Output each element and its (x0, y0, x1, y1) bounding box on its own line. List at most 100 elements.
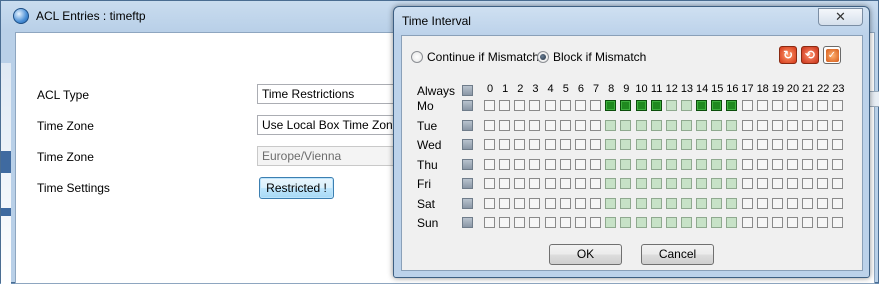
time-cell[interactable] (665, 217, 677, 228)
time-cell[interactable] (756, 158, 768, 170)
time-cell[interactable] (696, 119, 708, 131)
time-cell[interactable] (590, 217, 602, 228)
time-cell[interactable] (620, 217, 632, 228)
time-cell[interactable] (484, 100, 495, 111)
hour-label[interactable]: 7 (589, 83, 603, 95)
time-cell[interactable] (574, 158, 586, 170)
block-if-mismatch-radio[interactable]: Block if Mismatch (537, 50, 646, 64)
time-cell[interactable] (680, 178, 692, 189)
time-cell[interactable] (787, 119, 798, 131)
time-cell[interactable] (590, 100, 602, 111)
time-cell[interactable] (514, 217, 526, 228)
time-cell[interactable] (514, 119, 526, 131)
time-cell[interactable] (696, 178, 708, 189)
time-cell[interactable] (499, 158, 511, 170)
time-cell[interactable] (802, 197, 814, 209)
time-cell[interactable] (559, 139, 571, 150)
time-cell[interactable] (544, 119, 556, 131)
time-cell[interactable] (711, 100, 723, 111)
time-cell[interactable] (817, 178, 829, 189)
hour-label[interactable]: 18 (756, 83, 770, 95)
time-cell[interactable] (635, 217, 647, 228)
time-cell[interactable] (499, 139, 511, 150)
time-cell[interactable] (696, 217, 708, 228)
time-cell[interactable] (817, 158, 829, 170)
time-cell[interactable] (529, 178, 541, 189)
time-cell[interactable] (756, 139, 768, 150)
time-cell[interactable] (574, 178, 586, 189)
close-icon[interactable]: ✕ (818, 8, 863, 26)
time-cell[interactable] (484, 119, 495, 131)
time-cell[interactable] (741, 100, 753, 111)
time-cell[interactable] (771, 197, 783, 209)
time-cell[interactable] (726, 100, 738, 111)
time-cell[interactable] (756, 217, 768, 228)
time-cell[interactable] (832, 217, 844, 228)
time-cell[interactable] (544, 178, 556, 189)
time-cell[interactable] (832, 158, 844, 170)
time-cell[interactable] (787, 178, 798, 189)
time-cell[interactable] (711, 178, 723, 189)
time-cell[interactable] (514, 197, 526, 209)
time-cell[interactable] (544, 197, 556, 209)
time-cell[interactable] (665, 158, 677, 170)
time-cell[interactable] (620, 178, 632, 189)
time-cell[interactable] (590, 158, 602, 170)
time-cell[interactable] (832, 178, 844, 189)
time-cell[interactable] (529, 158, 541, 170)
time-cell[interactable] (635, 178, 647, 189)
time-cell[interactable] (650, 217, 662, 228)
time-cell[interactable] (756, 197, 768, 209)
time-cell[interactable] (635, 119, 647, 131)
time-cell[interactable] (605, 119, 617, 131)
time-cell[interactable] (741, 217, 753, 228)
time-cell[interactable] (832, 100, 844, 111)
time-cell[interactable] (605, 100, 617, 111)
time-cell[interactable] (802, 158, 814, 170)
time-cell[interactable] (771, 100, 783, 111)
hour-label[interactable]: 23 (831, 83, 845, 95)
time-cell[interactable] (635, 197, 647, 209)
time-cell[interactable] (726, 139, 738, 150)
time-cell[interactable] (680, 158, 692, 170)
time-cell[interactable] (756, 100, 768, 111)
time-cell[interactable] (726, 178, 738, 189)
time-cell[interactable] (650, 119, 662, 131)
time-cell[interactable] (771, 158, 783, 170)
day-toggle-button[interactable] (462, 119, 473, 131)
time-cell[interactable] (544, 158, 556, 170)
time-cell[interactable] (529, 139, 541, 150)
time-cell[interactable] (665, 139, 677, 150)
time-cell[interactable] (680, 197, 692, 209)
time-cell[interactable] (590, 139, 602, 150)
time-cell[interactable] (620, 139, 632, 150)
hour-label[interactable]: 12 (665, 83, 679, 95)
hour-label[interactable]: 13 (680, 83, 694, 95)
time-cell[interactable] (620, 119, 632, 131)
time-cell[interactable] (590, 119, 602, 131)
time-cell[interactable] (802, 139, 814, 150)
time-cell[interactable] (514, 158, 526, 170)
radio-indicator[interactable] (537, 51, 549, 63)
hour-label[interactable]: 16 (725, 83, 739, 95)
hour-label[interactable]: 10 (635, 83, 649, 95)
time-cell[interactable] (635, 158, 647, 170)
hour-label[interactable]: 11 (650, 83, 664, 95)
time-cell[interactable] (817, 139, 829, 150)
time-cell[interactable] (771, 119, 783, 131)
time-cell[interactable] (605, 197, 617, 209)
time-cell[interactable] (544, 100, 556, 111)
time-cell[interactable] (696, 139, 708, 150)
time-cell[interactable] (756, 119, 768, 131)
hour-label[interactable]: 14 (695, 83, 709, 95)
hour-label[interactable]: 9 (619, 83, 633, 95)
time-cell[interactable] (484, 197, 495, 209)
time-cell[interactable] (514, 100, 526, 111)
time-cell[interactable] (832, 139, 844, 150)
hour-label[interactable]: 3 (528, 83, 542, 95)
time-cell[interactable] (771, 178, 783, 189)
time-cell[interactable] (665, 197, 677, 209)
time-cell[interactable] (771, 139, 783, 150)
time-cell[interactable] (484, 178, 495, 189)
time-cell[interactable] (650, 197, 662, 209)
